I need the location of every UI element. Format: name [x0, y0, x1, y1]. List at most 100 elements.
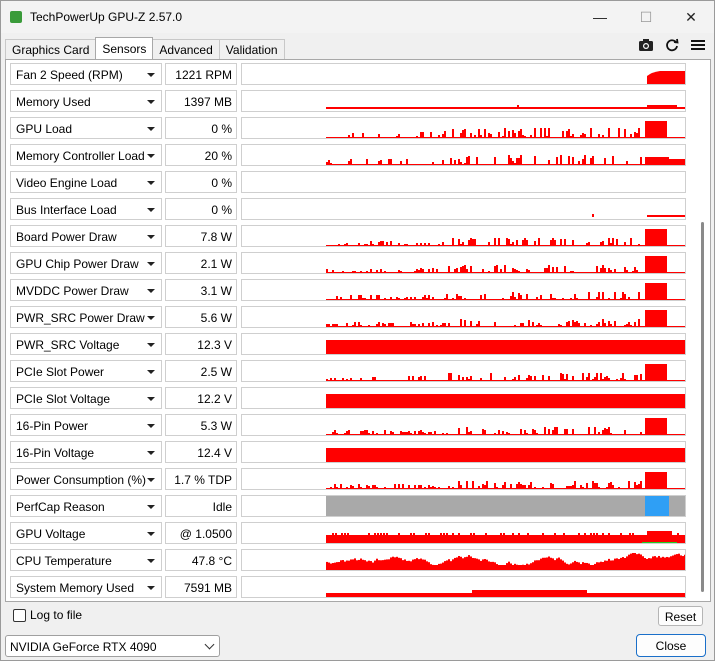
dropdown-arrow-icon[interactable] [147, 424, 155, 428]
sensor-graph[interactable] [241, 306, 686, 328]
reset-button[interactable]: Reset [658, 606, 703, 626]
sensor-graph[interactable] [241, 117, 686, 139]
sensor-graph[interactable] [241, 279, 686, 301]
sensor-name-dropdown[interactable]: MVDDC Power Draw [10, 279, 162, 301]
sensor-name-dropdown[interactable]: Memory Used [10, 90, 162, 112]
close-window-button[interactable]: ✕ [668, 1, 714, 33]
sensor-name-dropdown[interactable]: Bus Interface Load [10, 198, 162, 220]
sensor-name-dropdown[interactable]: 16-Pin Voltage [10, 441, 162, 463]
dropdown-arrow-icon[interactable] [147, 154, 155, 158]
menu-icon[interactable] [689, 37, 706, 53]
sensor-name-dropdown[interactable]: 16-Pin Power [10, 414, 162, 436]
sensor-name-dropdown[interactable]: Video Engine Load [10, 171, 162, 193]
graph-bar [674, 554, 676, 570]
sensor-graph[interactable] [241, 360, 686, 382]
graph-bar [524, 565, 526, 570]
dropdown-arrow-icon[interactable] [147, 100, 155, 104]
dropdown-arrow-icon[interactable] [147, 586, 155, 590]
sensor-name-dropdown[interactable]: Board Power Draw [10, 225, 162, 247]
graph-bar [462, 558, 464, 570]
sensor-name-dropdown[interactable]: PCIe Slot Voltage [10, 387, 162, 409]
graph-bar [366, 561, 368, 570]
graph-area [326, 535, 685, 543]
tab-graphics-card[interactable]: Graphics Card [5, 39, 97, 59]
title-bar[interactable]: TechPowerUp GPU-Z 2.57.0 — ☐ ✕ [1, 1, 714, 33]
graph-bar [636, 554, 638, 570]
sensor-name-dropdown[interactable]: PWR_SRC Voltage [10, 333, 162, 355]
sensor-name-dropdown[interactable]: Power Consumption (%) [10, 468, 162, 490]
sensor-row: System Memory Used 7591 MB [10, 576, 688, 598]
dropdown-arrow-icon[interactable] [147, 532, 155, 536]
sensor-name-dropdown[interactable]: GPU Load [10, 117, 162, 139]
sensor-name-dropdown[interactable]: Fan 2 Speed (RPM) [10, 63, 162, 85]
sensor-name-dropdown[interactable]: PWR_SRC Power Draw [10, 306, 162, 328]
close-button[interactable]: Close [636, 634, 706, 657]
camera-icon[interactable] [637, 37, 654, 53]
sensor-name-dropdown[interactable]: PCIe Slot Power [10, 360, 162, 382]
dropdown-arrow-icon[interactable] [147, 397, 155, 401]
sensor-graph[interactable] [241, 414, 686, 436]
dropdown-arrow-icon[interactable] [147, 127, 155, 131]
graph-bar [496, 564, 498, 570]
graph-bar [638, 128, 640, 138]
sensor-name-dropdown[interactable]: Memory Controller Load [10, 144, 162, 166]
graph-bar [492, 561, 494, 570]
maximize-button[interactable]: ☐ [623, 1, 669, 33]
graph-bar [446, 533, 448, 535]
sensor-graph[interactable] [241, 522, 686, 544]
dropdown-arrow-icon[interactable] [147, 316, 155, 320]
dropdown-arrow-icon[interactable] [147, 451, 155, 455]
sensor-graph[interactable] [241, 441, 686, 463]
dropdown-arrow-icon[interactable] [147, 262, 155, 266]
sensor-name-dropdown[interactable]: CPU Temperature [10, 549, 162, 571]
dropdown-arrow-icon[interactable] [147, 505, 155, 509]
dropdown-arrow-icon[interactable] [147, 235, 155, 239]
graph-bar [510, 158, 512, 165]
log-to-file-checkbox[interactable] [13, 609, 26, 622]
tab-sensors[interactable]: Sensors [95, 37, 154, 59]
tab-advanced[interactable]: Advanced [152, 39, 220, 59]
dropdown-arrow-icon[interactable] [147, 478, 155, 482]
dropdown-arrow-icon[interactable] [147, 343, 155, 347]
sensor-graph[interactable] [241, 171, 686, 193]
dropdown-arrow-icon[interactable] [147, 370, 155, 374]
dropdown-arrow-icon[interactable] [147, 289, 155, 293]
sensor-name-dropdown[interactable]: GPU Chip Power Draw [10, 252, 162, 274]
sensor-graph[interactable] [241, 225, 686, 247]
sensor-graph[interactable] [241, 468, 686, 490]
graph-bar [418, 559, 420, 570]
graph-bar [504, 265, 506, 273]
scroll-thumb[interactable] [701, 222, 704, 592]
gpu-select-value: NVIDIA GeForce RTX 4090 [10, 640, 157, 654]
sensor-name-dropdown[interactable]: System Memory Used [10, 576, 162, 598]
log-to-file-label[interactable]: Log to file [30, 608, 82, 622]
sensor-graph-svg [242, 172, 685, 192]
dropdown-arrow-icon[interactable] [147, 559, 155, 563]
sensor-list-scrollbar[interactable] [698, 62, 708, 600]
sensor-graph-svg [326, 121, 685, 138]
sensor-graph[interactable] [241, 549, 686, 571]
sensor-graph[interactable] [241, 144, 686, 166]
sensor-graph[interactable] [241, 90, 686, 112]
dropdown-arrow-icon[interactable] [147, 73, 155, 77]
sensor-name-dropdown[interactable]: PerfCap Reason [10, 495, 162, 517]
gpu-select[interactable]: NVIDIA GeForce RTX 4090 [5, 635, 220, 657]
minimize-button[interactable]: — [577, 1, 623, 33]
sensor-graph[interactable] [241, 576, 686, 598]
sensor-graph[interactable] [241, 198, 686, 220]
sensor-graph[interactable] [241, 252, 686, 274]
graph-bar [556, 157, 558, 165]
sensor-list[interactable]: Fan 2 Speed (RPM) 1221 RPM Memory Used 1397… [5, 62, 688, 600]
sensor-name-dropdown[interactable]: GPU Voltage [10, 522, 162, 544]
dropdown-arrow-icon[interactable] [147, 208, 155, 212]
graph-bar [470, 266, 472, 273]
graph-bar [444, 561, 446, 570]
refresh-icon[interactable] [663, 37, 680, 53]
graph-bar [508, 155, 510, 165]
sensor-graph[interactable] [241, 63, 686, 85]
sensor-graph[interactable] [241, 387, 686, 409]
sensor-graph[interactable] [241, 333, 686, 355]
sensor-graph[interactable] [241, 495, 686, 517]
dropdown-arrow-icon[interactable] [147, 181, 155, 185]
tab-validation[interactable]: Validation [218, 39, 285, 59]
